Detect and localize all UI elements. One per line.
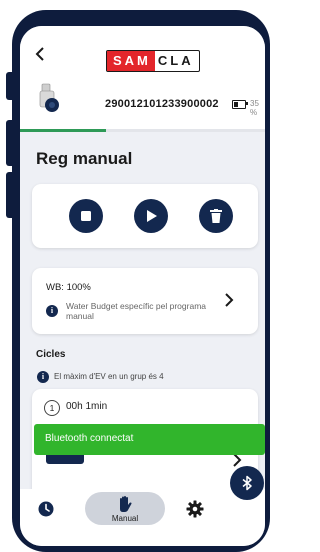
phone-volume-down [6, 172, 15, 218]
cycles-note: El màxim d'EV en un grup és 4 [54, 372, 164, 381]
cycle-duration: 00h 1min [66, 401, 108, 412]
samcla-logo: SAM CLA [106, 50, 200, 72]
cycles-heading: Cicles [36, 349, 66, 360]
chevron-left-icon [35, 47, 44, 61]
back-button[interactable] [34, 46, 46, 66]
info-icon: i [37, 371, 49, 383]
logo-red-part: SAM [107, 51, 155, 71]
sync-progress-bar [20, 129, 265, 132]
stop-icon [81, 211, 91, 221]
battery-fill [234, 102, 238, 107]
battery-percentage: 35 % [250, 99, 259, 117]
device-serial-number: 290012101233900002 [105, 98, 219, 110]
chevron-right-icon [224, 292, 234, 312]
bluetooth-toast: Bluetooth connectat [34, 424, 265, 455]
battery-icon [232, 100, 248, 109]
controller-device-icon [39, 83, 59, 112]
delete-button[interactable] [199, 199, 233, 233]
phone-side-button [6, 72, 15, 100]
bluetooth-icon [242, 475, 252, 491]
play-button[interactable] [134, 199, 168, 233]
water-budget-card[interactable]: WB: 100% i Water Budget específic pel pr… [32, 268, 258, 334]
water-budget-description: Water Budget específic pel programa manu… [66, 301, 207, 321]
info-icon: i [46, 305, 58, 317]
bottom-navbar: Manual [20, 489, 265, 546]
clock-icon[interactable] [38, 501, 54, 517]
gear-icon[interactable] [186, 500, 204, 518]
app-screen: SAM CLA 290012101233900002 35 % Reg manu… [20, 26, 265, 546]
cycle-number: 1 [44, 400, 60, 416]
play-icon [147, 210, 157, 222]
trash-icon [210, 209, 222, 223]
stop-button[interactable] [69, 199, 103, 233]
logo-black-part: CLA [157, 53, 194, 68]
page-title: Reg manual [36, 149, 133, 168]
nav-manual[interactable]: Manual [85, 492, 165, 525]
toast-message: Bluetooth connectat [45, 433, 134, 444]
top-bar: SAM CLA 290012101233900002 35 % [20, 26, 265, 132]
controls-card [32, 184, 258, 248]
bluetooth-button[interactable] [230, 466, 264, 500]
hand-icon [120, 496, 132, 512]
sync-progress-fill [20, 129, 106, 132]
phone-volume-up [6, 120, 15, 166]
water-budget-label: WB: 100% [46, 282, 91, 293]
nav-manual-label: Manual [111, 514, 139, 523]
